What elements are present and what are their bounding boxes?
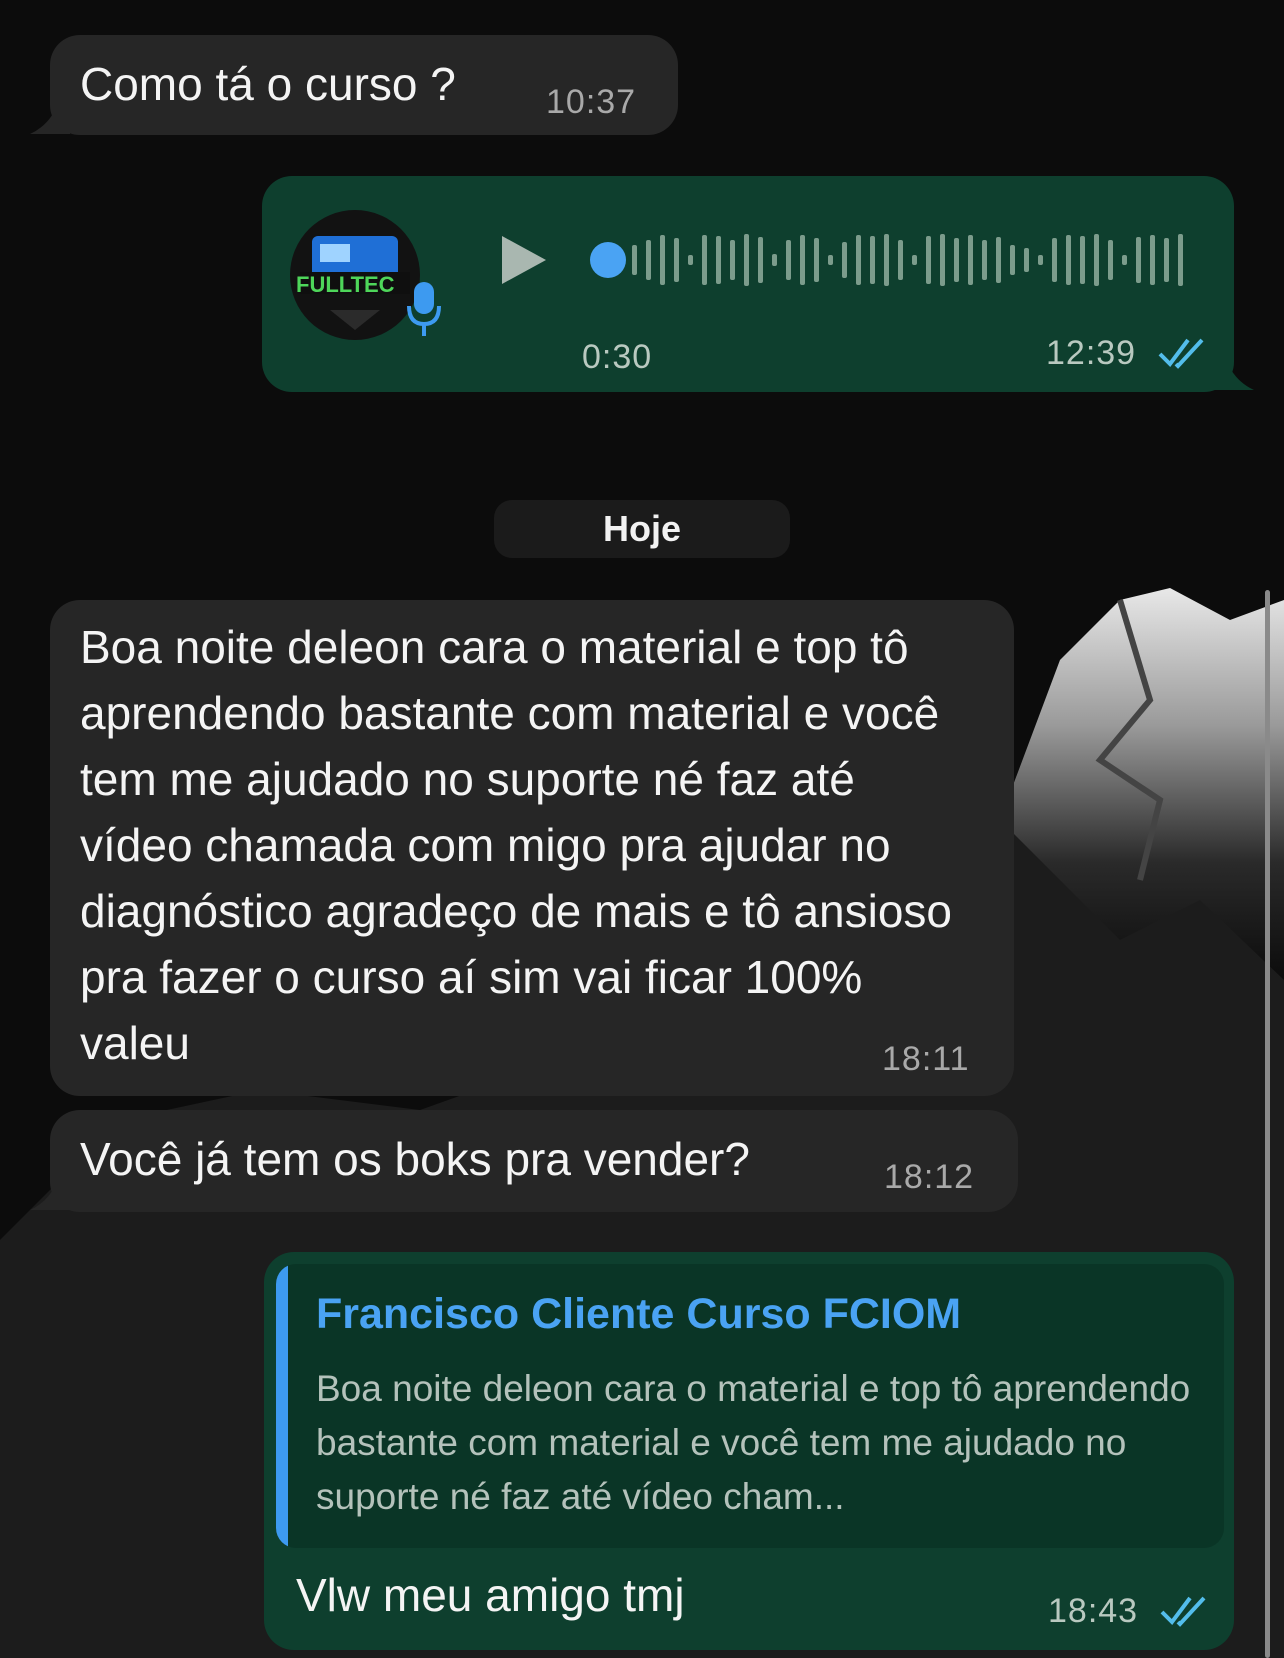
waveform-bar bbox=[898, 240, 903, 280]
waveform-bar bbox=[660, 235, 665, 285]
waveform-bar bbox=[870, 236, 875, 284]
voice-duration: 0:30 bbox=[582, 338, 653, 376]
bubble-tail bbox=[30, 1174, 70, 1210]
waveform-bar bbox=[1010, 245, 1015, 275]
waveform-bar bbox=[1178, 234, 1183, 286]
voice-waveform[interactable] bbox=[588, 228, 1188, 292]
play-icon[interactable] bbox=[498, 232, 550, 288]
double-check-icon bbox=[1158, 338, 1204, 369]
waveform-bar bbox=[828, 255, 833, 265]
waveform-bar bbox=[1136, 237, 1141, 283]
bubble-tail bbox=[1214, 354, 1254, 390]
waveform-bar bbox=[842, 242, 847, 278]
waveform-bar bbox=[646, 240, 651, 280]
message-time: 18:11 bbox=[882, 1040, 970, 1078]
waveform-bar bbox=[1052, 238, 1057, 282]
quote-sender-name: Francisco Cliente Curso FCIOM bbox=[316, 1290, 962, 1338]
waveform-bar bbox=[1024, 248, 1029, 272]
message-text: Boa noite deleon cara o material e top t… bbox=[80, 621, 953, 1069]
waveform-bar bbox=[1150, 235, 1155, 285]
waveform-bar bbox=[1094, 234, 1099, 286]
waveform-bar bbox=[926, 236, 931, 284]
waveform-bar bbox=[730, 240, 735, 280]
incoming-message[interactable]: Você já tem os boks pra vender? 18:12 bbox=[50, 1110, 1018, 1212]
waveform-bar bbox=[800, 235, 805, 285]
waveform-bar bbox=[702, 235, 707, 285]
waveform-bar bbox=[856, 235, 861, 285]
waveform-bar bbox=[1108, 240, 1113, 280]
waveform-bar bbox=[912, 255, 917, 265]
quote-text: Boa noite deleon cara o material e top t… bbox=[316, 1368, 1191, 1517]
svg-text:FULLTEC: FULLTEC bbox=[296, 272, 395, 297]
waveform-bar bbox=[744, 234, 749, 286]
waveform-bar bbox=[716, 236, 721, 284]
waveform-bar bbox=[996, 237, 1001, 283]
message-time: 18:12 bbox=[884, 1158, 975, 1196]
waveform-bar bbox=[814, 238, 819, 282]
waveform-bar bbox=[786, 240, 791, 280]
message-text: Como tá o curso ? bbox=[80, 58, 456, 110]
waveform-bar bbox=[940, 234, 945, 286]
playback-position bbox=[590, 242, 626, 278]
message-text: Vlw meu amigo tmj bbox=[296, 1569, 685, 1621]
incoming-message[interactable]: Boa noite deleon cara o material e top t… bbox=[50, 600, 1014, 1096]
waveform-bar bbox=[982, 240, 987, 280]
waveform-bar bbox=[1164, 238, 1169, 282]
message-time: 12:39 bbox=[1046, 334, 1137, 372]
waveform-bar bbox=[772, 254, 777, 266]
incoming-message[interactable]: Como tá o curso ? 10:37 bbox=[50, 35, 678, 135]
message-time: 10:37 bbox=[546, 83, 637, 121]
waveform-bar bbox=[632, 245, 637, 275]
mic-icon bbox=[407, 282, 441, 336]
waveform-bar bbox=[1080, 236, 1085, 284]
waveform-bar bbox=[884, 234, 889, 286]
double-check-icon bbox=[1160, 1596, 1206, 1627]
message-text: Você já tem os boks pra vender? bbox=[80, 1133, 750, 1185]
quote-accent-bar bbox=[276, 1264, 288, 1548]
waveform-bar bbox=[674, 238, 679, 282]
scrollbar[interactable] bbox=[1265, 590, 1270, 1658]
waveform-bar bbox=[954, 238, 959, 282]
avatar: FULLTEC bbox=[290, 210, 420, 340]
bubble-tail bbox=[30, 98, 70, 134]
waveform-bar bbox=[1066, 235, 1071, 285]
waveform-bar bbox=[688, 255, 693, 265]
waveform-bar bbox=[1122, 255, 1127, 265]
waveform-bar bbox=[968, 235, 973, 285]
date-separator: Hoje bbox=[494, 500, 790, 558]
waveform-bar bbox=[1038, 255, 1043, 265]
message-time: 18:43 bbox=[1048, 1592, 1139, 1630]
quoted-message[interactable]: Francisco Cliente Curso FCIOM Boa noite … bbox=[276, 1264, 1224, 1548]
waveform-bar bbox=[758, 237, 763, 283]
